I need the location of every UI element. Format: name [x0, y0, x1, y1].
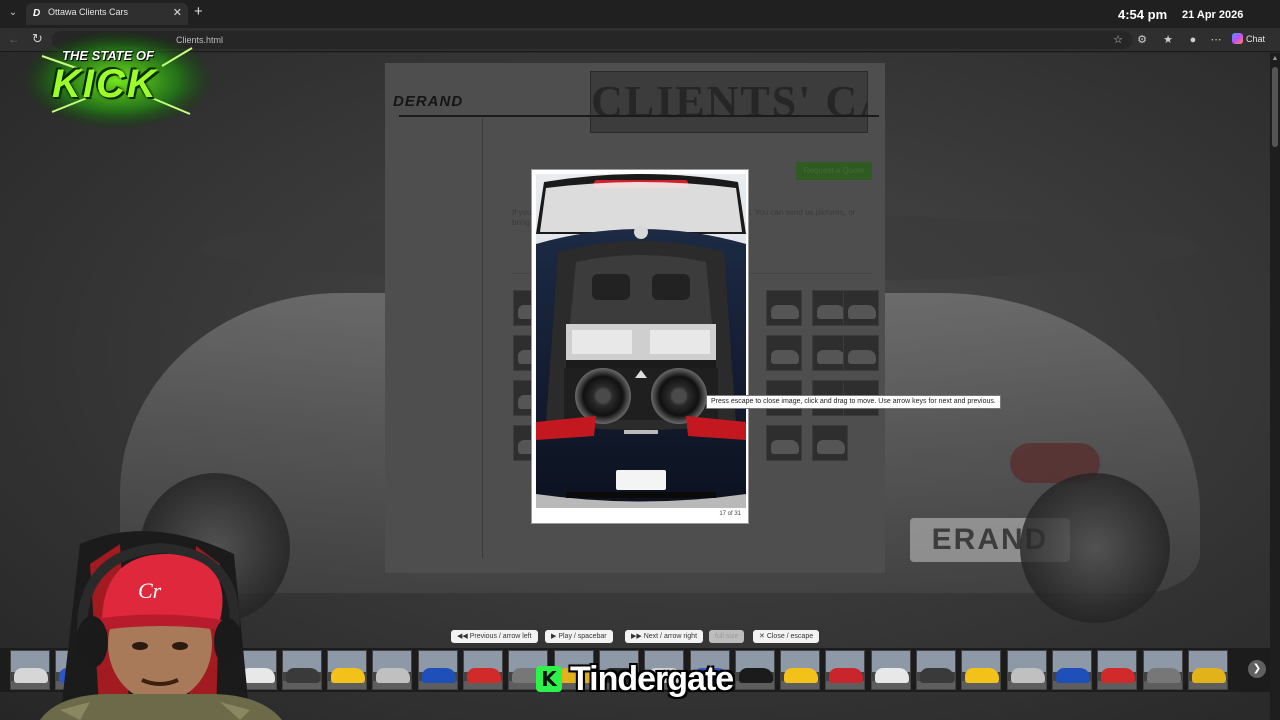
strip-thumbnail[interactable] — [780, 650, 821, 690]
svg-text:Cr: Cr — [138, 578, 162, 603]
gallery-thumbnail[interactable] — [766, 290, 802, 326]
car-photo[interactable] — [536, 174, 746, 508]
screen: ⌄ D Ottawa Clients Cars ✕ + 4:54 pm 21 A… — [0, 0, 1280, 720]
previous-button[interactable]: ◀◀ Previous / arrow left — [451, 630, 538, 643]
stream-logo-top: THE STATE OF — [62, 48, 154, 63]
strip-thumbnail[interactable] — [1051, 650, 1092, 690]
full-size-label: full size — [715, 633, 739, 640]
stream-logo: THE STATE OF KICK — [22, 26, 214, 130]
header-divider — [399, 115, 879, 117]
site-logo[interactable]: DERAND — [393, 93, 463, 110]
strip-thumbnail[interactable] — [1097, 650, 1138, 690]
close-icon: ✕ — [759, 633, 767, 640]
new-tab-icon[interactable]: + — [194, 4, 203, 20]
strip-thumbnail[interactable] — [327, 650, 368, 690]
strip-thumbnail[interactable] — [417, 650, 458, 690]
caption-text: Tindergate — [570, 660, 734, 698]
favorites-icon[interactable]: ★ — [1161, 33, 1175, 47]
sidebar-divider — [482, 118, 483, 558]
play-label: Play / spacebar — [558, 633, 607, 640]
copilot-chat-button[interactable]: Chat — [1232, 33, 1265, 44]
gallery-thumbnail[interactable] — [812, 425, 848, 461]
next-button[interactable]: ▶▶ Next / arrow right — [625, 630, 704, 643]
more-icon[interactable]: ⋯ — [1209, 33, 1223, 47]
next-label: Next / arrow right — [643, 633, 698, 640]
strip-thumbnail[interactable] — [961, 650, 1002, 690]
browser-tab[interactable]: D Ottawa Clients Cars ✕ — [26, 3, 188, 25]
close-button[interactable]: ✕ Close / escape — [753, 630, 820, 643]
close-label: Close / escape — [766, 633, 814, 640]
strip-thumbnail[interactable] — [1006, 650, 1047, 690]
clock: 4:54 pm — [1118, 7, 1168, 22]
previous-icon: ◀◀ — [457, 633, 470, 640]
extensions-icon[interactable]: ⚙ — [1135, 33, 1149, 47]
full-size-button[interactable]: full size — [709, 630, 745, 643]
strip-thumbnail[interactable] — [825, 650, 866, 690]
lightbox-tooltip: Press escape to close image, click and d… — [706, 395, 1001, 409]
strip-thumbnail[interactable] — [870, 650, 911, 690]
browser-tab-bar: ⌄ D Ottawa Clients Cars ✕ + 4:54 pm 21 A… — [0, 0, 1280, 28]
page-heading: CLIENTS' CARS — [590, 71, 868, 133]
strip-thumbnail[interactable] — [372, 650, 413, 690]
copilot-icon — [1232, 33, 1243, 44]
chat-label: Chat — [1246, 34, 1266, 44]
close-icon[interactable]: ✕ — [173, 6, 182, 19]
gallery-thumbnail[interactable] — [843, 335, 879, 371]
date: 21 Apr 2026 — [1182, 9, 1244, 21]
gallery-thumbnail[interactable] — [843, 290, 879, 326]
profile-icon[interactable]: ● — [1186, 33, 1200, 47]
stream-logo-main: KICK — [52, 62, 158, 106]
request-quote-button[interactable]: Request a Quote — [796, 162, 872, 180]
previous-label: Previous / arrow left — [469, 633, 532, 640]
strip-thumbnail[interactable] — [1187, 650, 1228, 690]
scroll-up-icon[interactable]: ▲ — [1270, 55, 1280, 62]
back-icon[interactable]: ← — [8, 32, 20, 46]
chevron-right-icon[interactable]: ❯ — [1248, 660, 1266, 678]
play-button[interactable]: ▶ Play / spacebar — [545, 630, 613, 643]
gallery-thumbnail[interactable] — [766, 425, 802, 461]
tab-title: Ottawa Clients Cars — [48, 7, 129, 17]
kick-badge-icon: K — [536, 666, 562, 692]
next-icon: ▶▶ — [631, 633, 644, 640]
star-icon[interactable]: ☆ — [1111, 33, 1125, 47]
strip-thumbnail[interactable] — [916, 650, 956, 690]
tab-menu-icon[interactable]: ⌄ — [4, 4, 22, 22]
gallery-thumbnail[interactable] — [766, 335, 802, 371]
site-favicon-icon: D — [33, 8, 41, 19]
scroll-thumb[interactable] — [1272, 67, 1278, 147]
image-counter: 17 of 31 — [719, 511, 741, 517]
lightbox-frame[interactable]: 17 of 31 — [531, 169, 749, 524]
strip-thumbnail[interactable] — [1142, 650, 1183, 690]
strip-thumbnail[interactable] — [463, 650, 503, 690]
page-scrollbar[interactable]: ▲ — [1270, 53, 1280, 720]
webcam-overlay: Cr — [20, 524, 292, 720]
strip-thumbnail[interactable] — [734, 650, 775, 690]
